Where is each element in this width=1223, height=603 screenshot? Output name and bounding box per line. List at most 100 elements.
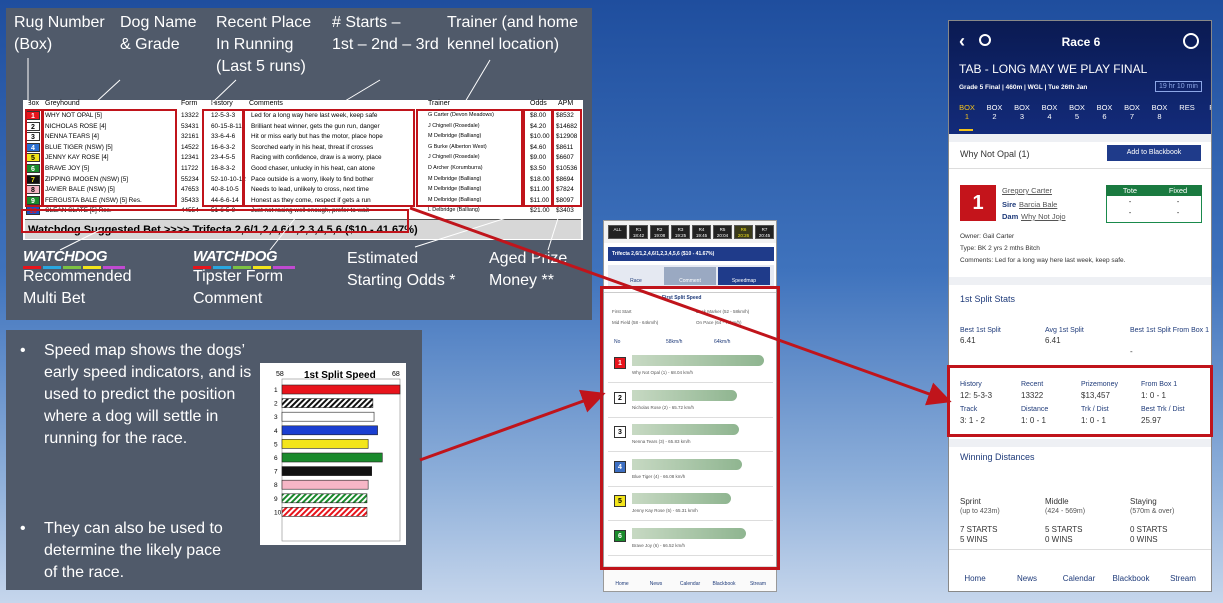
race-chip-code: ALL bbox=[613, 227, 622, 232]
box-tab-6[interactable]: BOX 6 bbox=[1096, 103, 1114, 121]
watchdog-logo-2: WATCHDOG bbox=[193, 248, 278, 265]
speed-bar-3 bbox=[281, 411, 375, 422]
split-stat-label: Best 1st Split From Box 1 bbox=[1130, 327, 1209, 334]
watchdog-logo-1: WATCHDOG bbox=[23, 248, 108, 265]
tablet-nav-blackbook[interactable]: Blackbook bbox=[1111, 574, 1151, 583]
multi-bet-label: Recommended Multi Bet bbox=[23, 268, 132, 307]
dam-label: Dam bbox=[1002, 212, 1019, 221]
race-chip-time: 19:45 bbox=[695, 233, 708, 238]
speed-bar-1 bbox=[281, 384, 401, 395]
starts-label: # Starts – bbox=[332, 14, 401, 31]
sire-label: Sire bbox=[1002, 200, 1017, 209]
tote-header: Tote bbox=[1106, 185, 1154, 196]
speed-bar-10 bbox=[281, 507, 368, 517]
bullet-dot: • bbox=[20, 520, 26, 537]
box-tab-4[interactable]: BOX 4 bbox=[1041, 103, 1059, 121]
win-wins: 0 WINS bbox=[1045, 535, 1073, 544]
race-chip-r2[interactable]: R2 19:08 bbox=[650, 225, 669, 239]
recent-place-label: Recent Place In Running (Last 5 runs) bbox=[216, 14, 312, 75]
bullet-1: Speed map shows the dogs’ early speed in… bbox=[44, 342, 252, 447]
dog-name: Why Not Opal (1) bbox=[960, 149, 1030, 159]
race-chip-r5[interactable]: R5 20:04 bbox=[713, 225, 732, 239]
odds-value: $21.00 bbox=[530, 207, 550, 215]
divider bbox=[949, 168, 1211, 169]
trainer-link[interactable]: Gregory Carter bbox=[1002, 186, 1052, 195]
highlight-odds-col bbox=[523, 109, 553, 207]
nav-blackbook[interactable]: Blackbook bbox=[709, 581, 739, 587]
box-1-rug: 1 bbox=[960, 185, 996, 221]
nav-news[interactable]: News bbox=[641, 581, 671, 587]
nav-stream[interactable]: Stream bbox=[743, 581, 773, 587]
box-tab-7[interactable]: BOX 7 bbox=[1123, 103, 1141, 121]
nav-home[interactable]: Home bbox=[607, 581, 637, 587]
box-tab-9[interactable]: RES bbox=[1178, 103, 1196, 112]
race-chip-r1[interactable]: R1 18:42 bbox=[629, 225, 648, 239]
speed-bar-6 bbox=[281, 452, 383, 463]
race-chip-all[interactable]: ALL bbox=[608, 225, 627, 239]
race-chip-r7[interactable]: R7 20:45 bbox=[755, 225, 774, 239]
form-guide-panel: Rug Number (Box) Dog Name & Grade Recent… bbox=[6, 8, 592, 320]
box-tab-5[interactable]: BOX 5 bbox=[1068, 103, 1086, 121]
countdown-badge: 19 hr 10 min bbox=[1155, 81, 1202, 92]
fixed-header: Fixed bbox=[1154, 185, 1202, 196]
highlight-speedmap bbox=[600, 286, 780, 570]
race-meta: Grade 5 Final | 460m | WGL | Tue 26th Ja… bbox=[959, 84, 1088, 91]
bar-label: 5 bbox=[274, 441, 278, 448]
race-chip-r4[interactable]: R4 19:45 bbox=[692, 225, 711, 239]
box-tab-2[interactable]: BOX 2 bbox=[986, 103, 1004, 121]
race-chip-time: 20:45 bbox=[758, 233, 771, 238]
win-category: Staying bbox=[1130, 497, 1157, 506]
nav-calendar[interactable]: Calendar bbox=[675, 581, 705, 587]
split-stat-label: Best 1st Split bbox=[960, 327, 1001, 334]
tab-speedmap[interactable]: Speedmap bbox=[718, 267, 770, 285]
comments-text: Comments: Led for a long way here last w… bbox=[960, 257, 1126, 264]
tablet-nav-stream[interactable]: Stream bbox=[1163, 574, 1203, 583]
chart-title: 1st Split Speed bbox=[304, 370, 376, 381]
split-speed-chart: 58 68 1st Split Speed 1 2 3 4 5 6 7 8 9 10 bbox=[260, 363, 406, 545]
race-chip-r6[interactable]: R6 20:26 bbox=[734, 225, 753, 239]
starts-sub-label: 1st – 2nd – 3rd bbox=[332, 36, 439, 53]
tablet-screen: ‹ Race 6 TAB - LONG MAY WE PLAY FINAL Gr… bbox=[948, 20, 1212, 592]
highlight-box-col bbox=[25, 109, 43, 207]
tab-comment[interactable]: Comment bbox=[664, 267, 716, 285]
tablet-nav-calendar[interactable]: Calendar bbox=[1059, 574, 1099, 583]
tablet-nav-home[interactable]: Home bbox=[955, 574, 995, 583]
fixed-value: - bbox=[1176, 199, 1180, 206]
spacer bbox=[949, 277, 1211, 285]
highlight-comments-col bbox=[243, 109, 415, 207]
race-chip-time: 20:26 bbox=[737, 233, 750, 238]
sire-link[interactable]: Barcia Bale bbox=[1019, 200, 1057, 209]
tab-race[interactable]: Race bbox=[610, 267, 662, 285]
rug-number-label: Rug Number (Box) bbox=[14, 14, 105, 53]
tote-value: - bbox=[1128, 199, 1132, 206]
speed-bar-5 bbox=[281, 439, 369, 449]
box-tab-3[interactable]: BOX 3 bbox=[1013, 103, 1031, 121]
highlight-stats bbox=[947, 365, 1213, 437]
highlight-history-col bbox=[202, 109, 244, 207]
box-tab-10[interactable]: RE bbox=[1206, 103, 1211, 112]
box-tab-1[interactable]: BOX 1 bbox=[958, 103, 976, 121]
bar-label: 4 bbox=[274, 428, 278, 435]
bar-label: 1 bbox=[274, 387, 278, 394]
add-to-blackbook-button[interactable]: Add to Blackbook bbox=[1107, 145, 1201, 161]
tablet-nav-news[interactable]: News bbox=[1007, 574, 1047, 583]
split-stat-value: 6.41 bbox=[960, 336, 976, 345]
dam-link[interactable]: Why Not Jojo bbox=[1021, 212, 1066, 221]
bullet-2: They can also be used to determine the l… bbox=[44, 520, 223, 581]
split-speed-svg: 58 68 1st Split Speed 1 2 3 4 5 6 7 8 9 10 bbox=[274, 370, 401, 542]
box-tab-8[interactable]: BOX 8 bbox=[1151, 103, 1169, 121]
bar-label: 2 bbox=[274, 401, 278, 408]
win-range: (570m & over) bbox=[1130, 508, 1175, 515]
split-stat-value: 6.41 bbox=[1045, 336, 1061, 345]
trainer-value: L Delbridge (Balliang) bbox=[428, 207, 480, 214]
winning-distances-title: Winning Distances bbox=[960, 452, 1035, 462]
owner-text: Owner: Gail Carter bbox=[960, 233, 1015, 240]
tipster-label: Tipster Form Comment bbox=[193, 268, 284, 307]
speed-bar-9 bbox=[281, 493, 368, 504]
bar-label: 7 bbox=[274, 469, 278, 476]
col-form: Form bbox=[181, 100, 198, 107]
race-chip-r3[interactable]: R3 19:25 bbox=[671, 225, 690, 239]
speed-map-panel: • Speed map shows the dogs’ early speed … bbox=[6, 330, 422, 590]
spacer bbox=[949, 439, 1211, 447]
account-icon[interactable] bbox=[1183, 33, 1199, 49]
